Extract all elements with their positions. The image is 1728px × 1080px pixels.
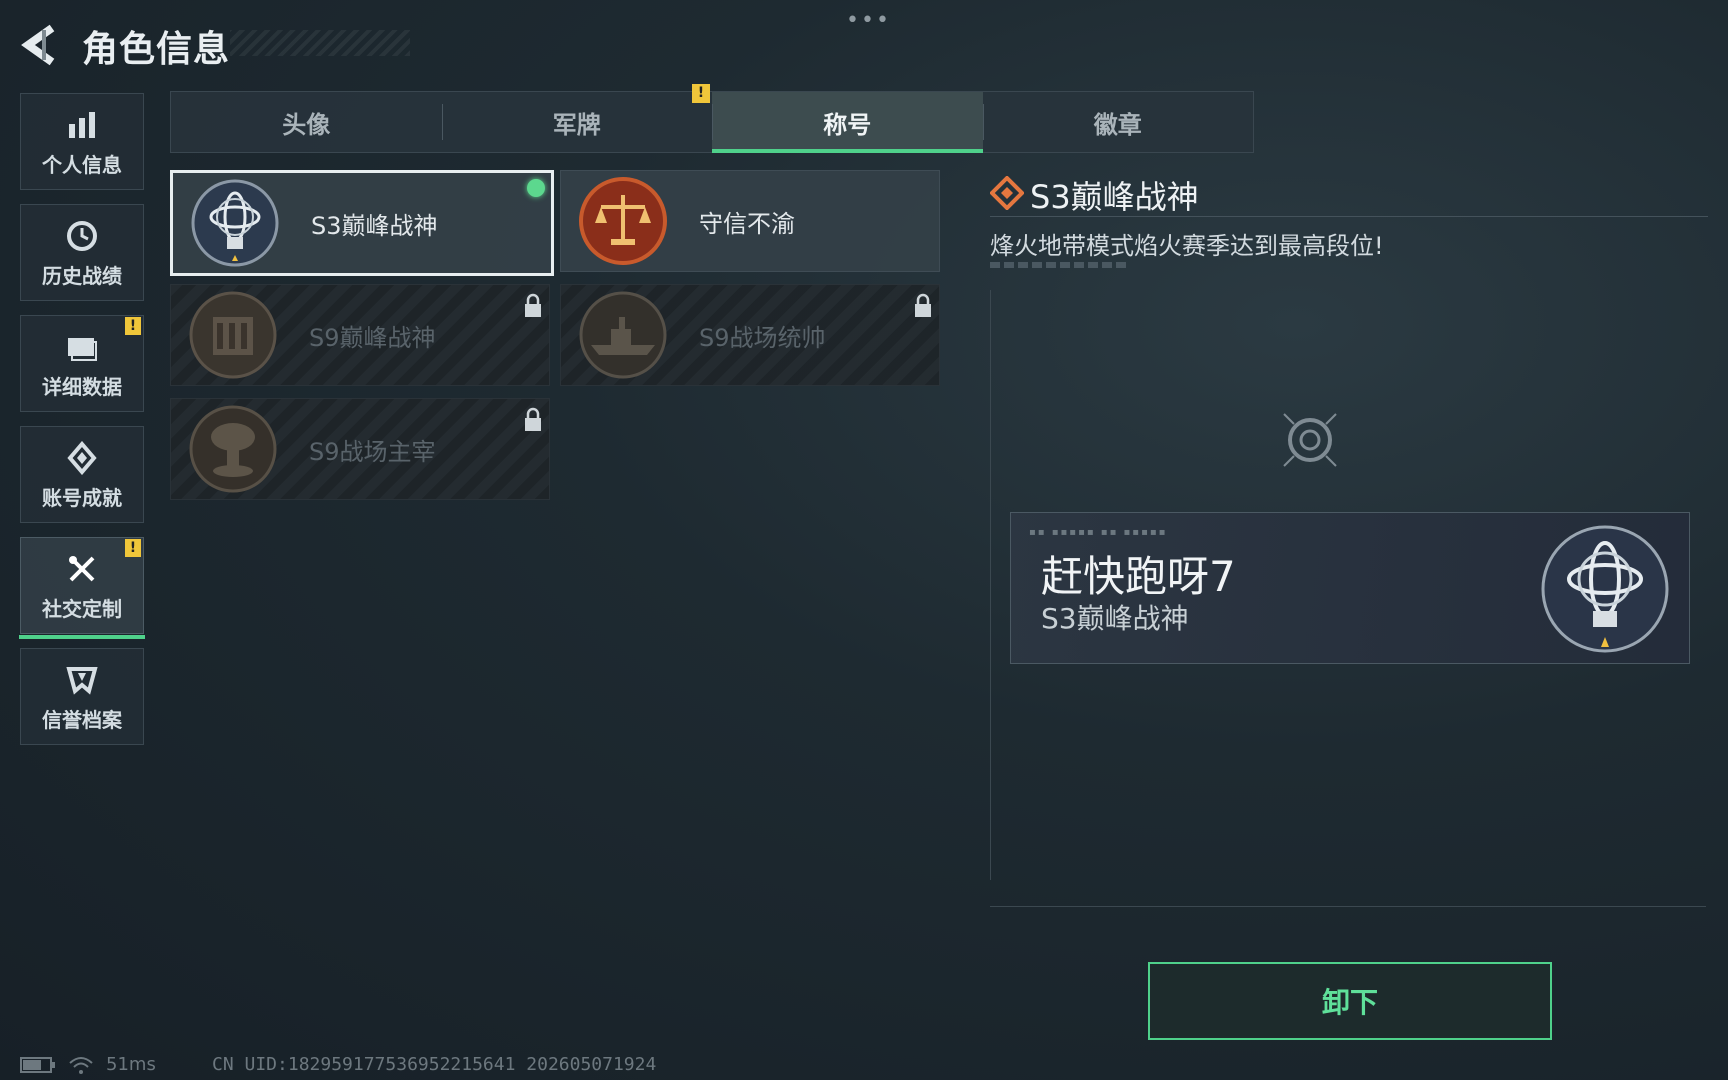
warship-emblem — [579, 291, 667, 379]
title-card-label: 守信不渝 — [699, 209, 795, 238]
title-card[interactable]: S3巅峰战神 — [170, 170, 554, 276]
target-icon — [1283, 413, 1337, 467]
tools-icon — [62, 549, 102, 589]
sidebar-item-details[interactable]: ! 详细数据 — [20, 315, 144, 412]
player-title: S3巅峰战神 — [1041, 602, 1189, 635]
player-name: 赶快跑呀7 — [1041, 552, 1236, 601]
tab-dogtag[interactable]: 军牌 — [441, 92, 713, 152]
title-card-label: S3巅峰战神 — [311, 211, 438, 240]
bar-chart-icon — [62, 105, 102, 145]
sidebar-item-social[interactable]: ! 社交定制 — [19, 537, 145, 639]
latency-text: 51ms — [106, 1054, 156, 1075]
building-emblem — [189, 291, 277, 379]
more-dots-icon[interactable]: ••• — [846, 8, 891, 33]
lock-icon — [525, 293, 541, 317]
sidebar-item-credit[interactable]: 信誉档案 — [20, 648, 144, 745]
header-decoration — [230, 30, 410, 56]
nameplate-decoration: ▪▪ ▪▪▪▪▪ ▪▪ ▪▪▪▪▪ — [1029, 527, 1168, 538]
sidebar-item-label: 个人信息 — [42, 153, 122, 177]
uid-text: CN UID:18295917753695221564​1 2026050719… — [212, 1054, 657, 1075]
divider — [990, 216, 1708, 217]
unequip-button[interactable]: 卸下 — [1148, 962, 1552, 1040]
detail-title: S3巅峰战神 — [1030, 178, 1199, 216]
diamond-icon — [990, 176, 1024, 210]
title-card-label: S9巅峰战神 — [309, 323, 436, 352]
title-card-label: S9战场主宰 — [309, 437, 436, 466]
warning-badge: ! — [125, 539, 141, 557]
sidebar-item-history[interactable]: 历史战绩 — [20, 204, 144, 301]
folder-icon — [62, 327, 102, 367]
history-clock-icon — [62, 216, 102, 256]
mushroom-cloud-emblem — [189, 405, 277, 493]
page-title: 角色信息 — [82, 29, 231, 70]
title-card[interactable]: S9巅峰战神 — [170, 284, 550, 386]
title-card[interactable]: S9战场主宰 — [170, 398, 550, 500]
armillary-sphere-emblem — [191, 179, 279, 267]
achievement-icon — [62, 438, 102, 478]
scales-emblem — [579, 177, 667, 265]
nameplate-preview: ▪▪ ▪▪▪▪▪ ▪▪ ▪▪▪▪▪ 赶快跑呀7 S3巅峰战神 — [1010, 512, 1690, 664]
sidebar-item-achievements[interactable]: 账号成就 — [20, 426, 144, 523]
title-card[interactable]: 守信不渝 — [560, 170, 940, 272]
tab-title[interactable]: 称号 — [712, 92, 983, 153]
battery-icon — [20, 1056, 55, 1073]
back-button[interactable] — [18, 22, 68, 68]
sidebar-item-profile[interactable]: 个人信息 — [20, 93, 144, 190]
lock-icon — [915, 293, 931, 317]
sidebar-item-label: 信誉档案 — [42, 708, 122, 732]
sidebar-item-label: 历史战绩 — [42, 264, 122, 288]
credit-shield-icon — [62, 660, 102, 700]
detail-description: 烽火地带模式焰火赛季达到最高段位! — [990, 232, 1384, 260]
detail-decoration — [990, 262, 1126, 268]
sidebar-item-label: 社交定制 — [42, 597, 122, 621]
warning-badge: ! — [125, 317, 141, 335]
tab-bar: 头像 军牌 称号 徽章 — [170, 91, 1254, 153]
tab-avatar[interactable]: 头像 — [171, 92, 442, 152]
armillary-sphere-emblem — [1541, 525, 1669, 653]
title-card-label: S9战场统帅 — [699, 323, 826, 352]
tab-badge[interactable]: 徽章 — [982, 92, 1254, 152]
equipped-indicator — [527, 179, 545, 197]
sidebar-item-label: 详细数据 — [42, 375, 122, 399]
warning-badge: ! — [692, 84, 710, 103]
lock-icon — [525, 407, 541, 431]
sidebar: 个人信息 历史战绩 ! 详细数据 账号成就 ! 社交定制 信誉档案 — [19, 93, 145, 759]
divider — [990, 906, 1706, 907]
wifi-icon — [69, 1056, 93, 1074]
back-arrow-icon — [21, 24, 55, 66]
title-card[interactable]: S9战场统帅 — [560, 284, 940, 386]
status-bar: 51ms — [20, 1054, 156, 1075]
sidebar-item-label: 账号成就 — [42, 486, 122, 510]
